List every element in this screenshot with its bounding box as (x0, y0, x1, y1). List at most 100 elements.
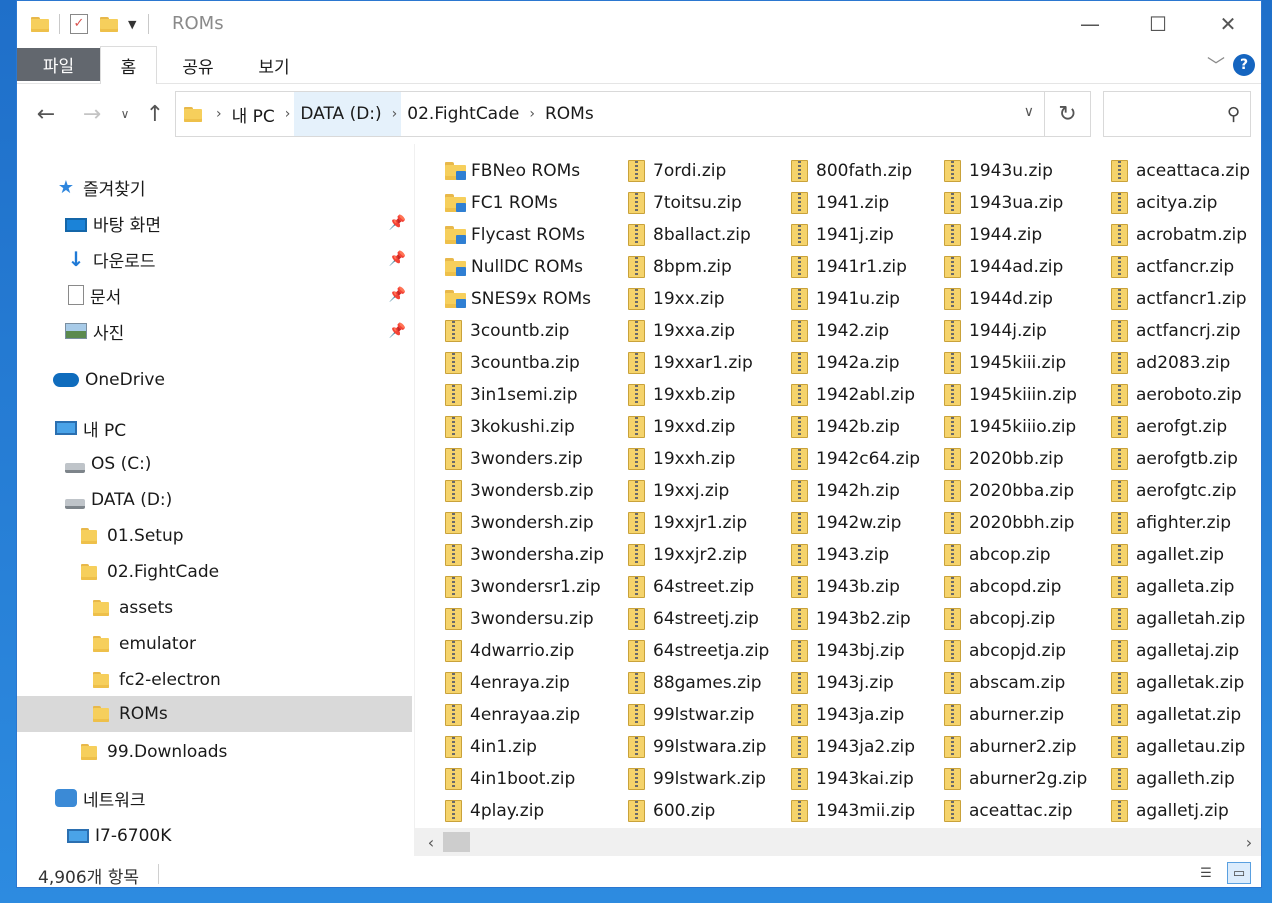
file-item[interactable]: 1944ad.zip (944, 251, 1087, 283)
new-folder-icon[interactable] (100, 16, 118, 32)
nav-computer[interactable]: I7-6700K (17, 818, 412, 854)
file-item[interactable]: 1943j.zip (791, 667, 920, 699)
file-item[interactable]: 1943b2.zip (791, 603, 920, 635)
file-item[interactable]: 64street.zip (628, 571, 769, 603)
scroll-left-icon[interactable]: ‹ (421, 832, 441, 852)
file-item[interactable]: 4in1.zip (445, 731, 604, 763)
file-item[interactable]: 1943u.zip (944, 155, 1087, 187)
file-item[interactable]: 4in1boot.zip (445, 763, 604, 795)
pin-icon[interactable]: 📌 (389, 323, 406, 339)
file-item[interactable]: 19xx.zip (628, 283, 769, 315)
minimize-button[interactable]: — (1055, 1, 1125, 46)
file-item[interactable]: 3in1semi.zip (445, 379, 604, 411)
file-item[interactable]: 1942b.zip (791, 411, 920, 443)
file-item[interactable]: aerofgt.zip (1111, 411, 1250, 443)
file-item[interactable]: abcop.zip (944, 539, 1087, 571)
file-item[interactable]: 7ordi.zip (628, 155, 769, 187)
file-item[interactable]: 3wondersb.zip (445, 475, 604, 507)
horizontal-scrollbar[interactable]: ‹ › (415, 828, 1261, 856)
nav-folder-fc2-electron[interactable]: fc2-electron (17, 662, 412, 698)
file-item[interactable]: 1943mii.zip (791, 795, 920, 827)
file-item[interactable]: 1941.zip (791, 187, 920, 219)
file-item[interactable]: 99lstwar.zip (628, 699, 769, 731)
file-item[interactable]: 1943ja2.zip (791, 731, 920, 763)
file-item[interactable]: 800fath.zip (791, 155, 920, 187)
file-item[interactable]: 2020bb.zip (944, 443, 1087, 475)
recent-locations-chevron-icon[interactable]: ∨ (117, 99, 133, 129)
breadcrumb-fightcade[interactable]: 02.FightCade (401, 92, 525, 136)
large-icons-view-icon[interactable]: ▭ (1227, 862, 1251, 884)
file-item[interactable]: 99lstwara.zip (628, 731, 769, 763)
file-item[interactable]: 8bpm.zip (628, 251, 769, 283)
file-item[interactable]: 4dwarrio.zip (445, 635, 604, 667)
properties-check-icon[interactable]: ✓ (70, 14, 88, 34)
file-item[interactable]: abcopjd.zip (944, 635, 1087, 667)
file-item[interactable]: 1943bj.zip (791, 635, 920, 667)
nav-folder-downloads[interactable]: 99.Downloads (17, 734, 412, 770)
file-item[interactable]: 1945kiiio.zip (944, 411, 1087, 443)
breadcrumb-chevron-icon[interactable]: › (281, 106, 295, 122)
file-item[interactable]: 64streetj.zip (628, 603, 769, 635)
file-item[interactable]: abcopd.zip (944, 571, 1087, 603)
nav-folder-assets[interactable]: assets (17, 590, 412, 626)
file-item[interactable]: 3wondersu.zip (445, 603, 604, 635)
file-item[interactable]: actfancrj.zip (1111, 315, 1250, 347)
file-item[interactable]: 1943ja.zip (791, 699, 920, 731)
file-item[interactable]: aburner2.zip (944, 731, 1087, 763)
file-item[interactable]: 64streetja.zip (628, 635, 769, 667)
tab-file[interactable]: 파일 (17, 48, 100, 81)
refresh-icon[interactable]: ↻ (1045, 91, 1091, 137)
search-input[interactable]: ⚲ (1103, 91, 1251, 137)
scroll-right-icon[interactable]: › (1239, 832, 1259, 852)
file-item[interactable]: 2020bbh.zip (944, 507, 1087, 539)
file-item[interactable]: 19xxjr1.zip (628, 507, 769, 539)
file-item[interactable]: 1944.zip (944, 219, 1087, 251)
breadcrumb-chevron-icon[interactable]: › (525, 106, 539, 122)
folder-item[interactable]: FBNeo ROMs (445, 155, 604, 187)
file-item[interactable]: 3countba.zip (445, 347, 604, 379)
file-item[interactable]: afighter.zip (1111, 507, 1250, 539)
tab-view[interactable]: 보기 (243, 46, 305, 84)
file-item[interactable]: 1943b.zip (791, 571, 920, 603)
file-item[interactable]: 4enraya.zip (445, 667, 604, 699)
nav-c-drive[interactable]: OS (C:) (17, 446, 412, 482)
breadcrumb-chevron-icon[interactable]: › (212, 106, 226, 122)
pin-icon[interactable]: 📌 (389, 287, 406, 303)
expand-ribbon-icon[interactable]: ﹀ (1207, 52, 1225, 78)
file-item[interactable]: 8ballact.zip (628, 219, 769, 251)
file-item[interactable]: 1942.zip (791, 315, 920, 347)
file-item[interactable]: agalletah.zip (1111, 603, 1250, 635)
file-item[interactable]: 3wondersha.zip (445, 539, 604, 571)
file-item[interactable]: 3wondersr1.zip (445, 571, 604, 603)
file-item[interactable]: 7toitsu.zip (628, 187, 769, 219)
file-item[interactable]: aerofgtb.zip (1111, 443, 1250, 475)
file-item[interactable]: 1941u.zip (791, 283, 920, 315)
file-item[interactable]: actfancr.zip (1111, 251, 1250, 283)
file-item[interactable]: 1942h.zip (791, 475, 920, 507)
file-item[interactable]: 1942w.zip (791, 507, 920, 539)
nav-downloads[interactable]: ↓ 다운로드 📌 (17, 241, 412, 277)
details-view-icon[interactable]: ☰ (1194, 862, 1218, 884)
pin-icon[interactable]: 📌 (389, 215, 406, 231)
folder-item[interactable]: SNES9x ROMs (445, 283, 604, 315)
file-item[interactable]: 1943kai.zip (791, 763, 920, 795)
nav-documents[interactable]: 문서 📌 (17, 277, 412, 313)
file-item[interactable]: actfancr1.zip (1111, 283, 1250, 315)
file-item[interactable]: aburner2g.zip (944, 763, 1087, 795)
file-item[interactable]: agalletau.zip (1111, 731, 1250, 763)
breadcrumb-data-drive[interactable]: DATA (D:) (294, 92, 388, 136)
file-item[interactable]: agallet.zip (1111, 539, 1250, 571)
nav-onedrive[interactable]: OneDrive (17, 362, 412, 398)
folder-item[interactable]: NullDC ROMs (445, 251, 604, 283)
file-item[interactable]: 3wonders.zip (445, 443, 604, 475)
file-item[interactable]: 1944j.zip (944, 315, 1087, 347)
file-item[interactable]: 19xxj.zip (628, 475, 769, 507)
file-item[interactable]: 19xxa.zip (628, 315, 769, 347)
address-bar[interactable]: › 내 PC › DATA (D:) › 02.FightCade › ROMs… (175, 91, 1045, 137)
file-item[interactable]: 600.zip (628, 795, 769, 827)
file-item[interactable]: 4play.zip (445, 795, 604, 827)
back-arrow-icon[interactable]: ← (33, 99, 59, 129)
file-item[interactable]: 3kokushi.zip (445, 411, 604, 443)
nav-folder-roms[interactable]: ROMs (17, 696, 412, 732)
nav-network[interactable]: 네트워크 (17, 780, 412, 816)
